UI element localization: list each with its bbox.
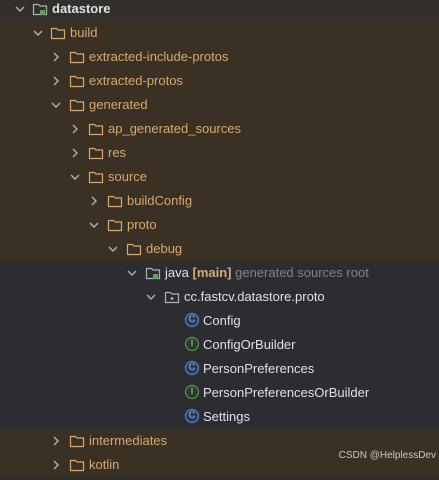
tree-label-buildconfig: buildConfig bbox=[127, 193, 193, 208]
tree-row-extracted-protos[interactable]: extracted-protos bbox=[0, 69, 439, 93]
class-icon: C bbox=[185, 361, 199, 375]
chevron-right-icon[interactable] bbox=[88, 195, 100, 207]
tree-label-debug: debug bbox=[146, 241, 183, 256]
chevron-down-icon[interactable] bbox=[145, 291, 157, 303]
module-folder-icon bbox=[32, 3, 48, 16]
folder-icon bbox=[69, 99, 85, 112]
chevron-down-icon[interactable] bbox=[126, 267, 138, 279]
folder-icon bbox=[50, 27, 66, 40]
tree-row-datastore[interactable]: datastore bbox=[0, 0, 439, 21]
folder-icon bbox=[69, 51, 85, 64]
tree-label-personpreferences: PersonPreferences bbox=[203, 361, 315, 376]
chevron-down-icon[interactable] bbox=[50, 99, 62, 111]
chevron-right-icon[interactable] bbox=[50, 51, 62, 63]
folder-icon bbox=[88, 123, 104, 136]
source-set-tag: [main] bbox=[192, 265, 232, 280]
folder-icon bbox=[107, 195, 123, 208]
tree-label-intermediates: intermediates bbox=[89, 433, 168, 448]
class-icon: C bbox=[185, 409, 199, 423]
tree-label-source: source bbox=[108, 169, 148, 184]
tree-row-settings[interactable]: C Settings bbox=[0, 405, 439, 429]
tree-row-build[interactable]: build bbox=[0, 21, 439, 45]
tree-label-package: cc.fastcv.datastore.proto bbox=[184, 289, 325, 304]
folder-icon bbox=[69, 459, 85, 472]
project-tree: datastore build extracted-include-protos… bbox=[0, 0, 439, 480]
watermark: CSDN @HelplessDev bbox=[338, 450, 436, 461]
tree-label-generated: generated bbox=[89, 97, 148, 112]
interface-icon: I bbox=[185, 385, 199, 399]
tree-label-res: res bbox=[108, 145, 127, 160]
tree-label-config: Config bbox=[203, 313, 241, 328]
folder-icon bbox=[126, 243, 142, 256]
folder-icon bbox=[107, 219, 123, 232]
class-icon: C bbox=[185, 313, 199, 327]
chevron-down-icon[interactable] bbox=[14, 3, 26, 15]
folder-icon bbox=[69, 75, 85, 88]
tree-row-configorbuilder[interactable]: I ConfigOrBuilder bbox=[0, 333, 439, 357]
tree-label-ap-generated-sources: ap_generated_sources bbox=[108, 121, 241, 136]
source-root-hint: generated sources root bbox=[235, 265, 369, 280]
tree-label-build: build bbox=[70, 25, 98, 40]
tree-label-proto: proto bbox=[127, 217, 157, 232]
chevron-down-icon[interactable] bbox=[88, 219, 100, 231]
tree-row-ap-generated-sources[interactable]: ap_generated_sources bbox=[0, 117, 439, 141]
folder-icon bbox=[69, 435, 85, 448]
tree-label-kotlin: kotlin bbox=[89, 457, 120, 472]
tree-row-source[interactable]: source bbox=[0, 165, 439, 189]
chevron-right-icon[interactable] bbox=[50, 459, 62, 471]
tree-row-personpreferencesorbuilder[interactable]: I PersonPreferencesOrBuilder bbox=[0, 381, 439, 405]
tree-row-res[interactable]: res bbox=[0, 141, 439, 165]
chevron-right-icon[interactable] bbox=[69, 123, 81, 135]
package-icon bbox=[164, 291, 180, 304]
tree-row-config[interactable]: C Config bbox=[0, 309, 439, 333]
chevron-right-icon[interactable] bbox=[50, 435, 62, 447]
tree-label-datastore: datastore bbox=[52, 1, 111, 16]
chevron-down-icon[interactable] bbox=[69, 171, 81, 183]
source-root-folder-icon bbox=[145, 267, 161, 280]
tree-row-debug[interactable]: debug bbox=[0, 237, 439, 261]
tree-row-generated[interactable]: generated bbox=[0, 93, 439, 117]
chevron-down-icon[interactable] bbox=[107, 243, 119, 255]
tree-label-configorbuilder: ConfigOrBuilder bbox=[203, 337, 296, 352]
tree-label-extracted-protos: extracted-protos bbox=[89, 73, 183, 88]
tree-label-settings: Settings bbox=[203, 409, 250, 424]
tree-row-package[interactable]: cc.fastcv.datastore.proto bbox=[0, 285, 439, 309]
chevron-down-icon[interactable] bbox=[32, 27, 44, 39]
folder-icon bbox=[88, 171, 104, 184]
tree-label-personpreferencesorbuilder: PersonPreferencesOrBuilder bbox=[203, 385, 370, 400]
chevron-right-icon[interactable] bbox=[50, 75, 62, 87]
tree-row-proto[interactable]: proto bbox=[0, 213, 439, 237]
tree-label-java: java bbox=[165, 265, 189, 280]
tree-row-personpreferences[interactable]: C PersonPreferences bbox=[0, 357, 439, 381]
tree-row-java[interactable]: java [main] generated sources root bbox=[0, 261, 439, 285]
folder-icon bbox=[88, 147, 104, 160]
tree-label-extracted-include-protos: extracted-include-protos bbox=[89, 49, 229, 64]
tree-row-buildconfig[interactable]: buildConfig bbox=[0, 189, 439, 213]
chevron-right-icon[interactable] bbox=[69, 147, 81, 159]
tree-row-extracted-include-protos[interactable]: extracted-include-protos bbox=[0, 45, 439, 69]
interface-icon: I bbox=[185, 337, 199, 351]
